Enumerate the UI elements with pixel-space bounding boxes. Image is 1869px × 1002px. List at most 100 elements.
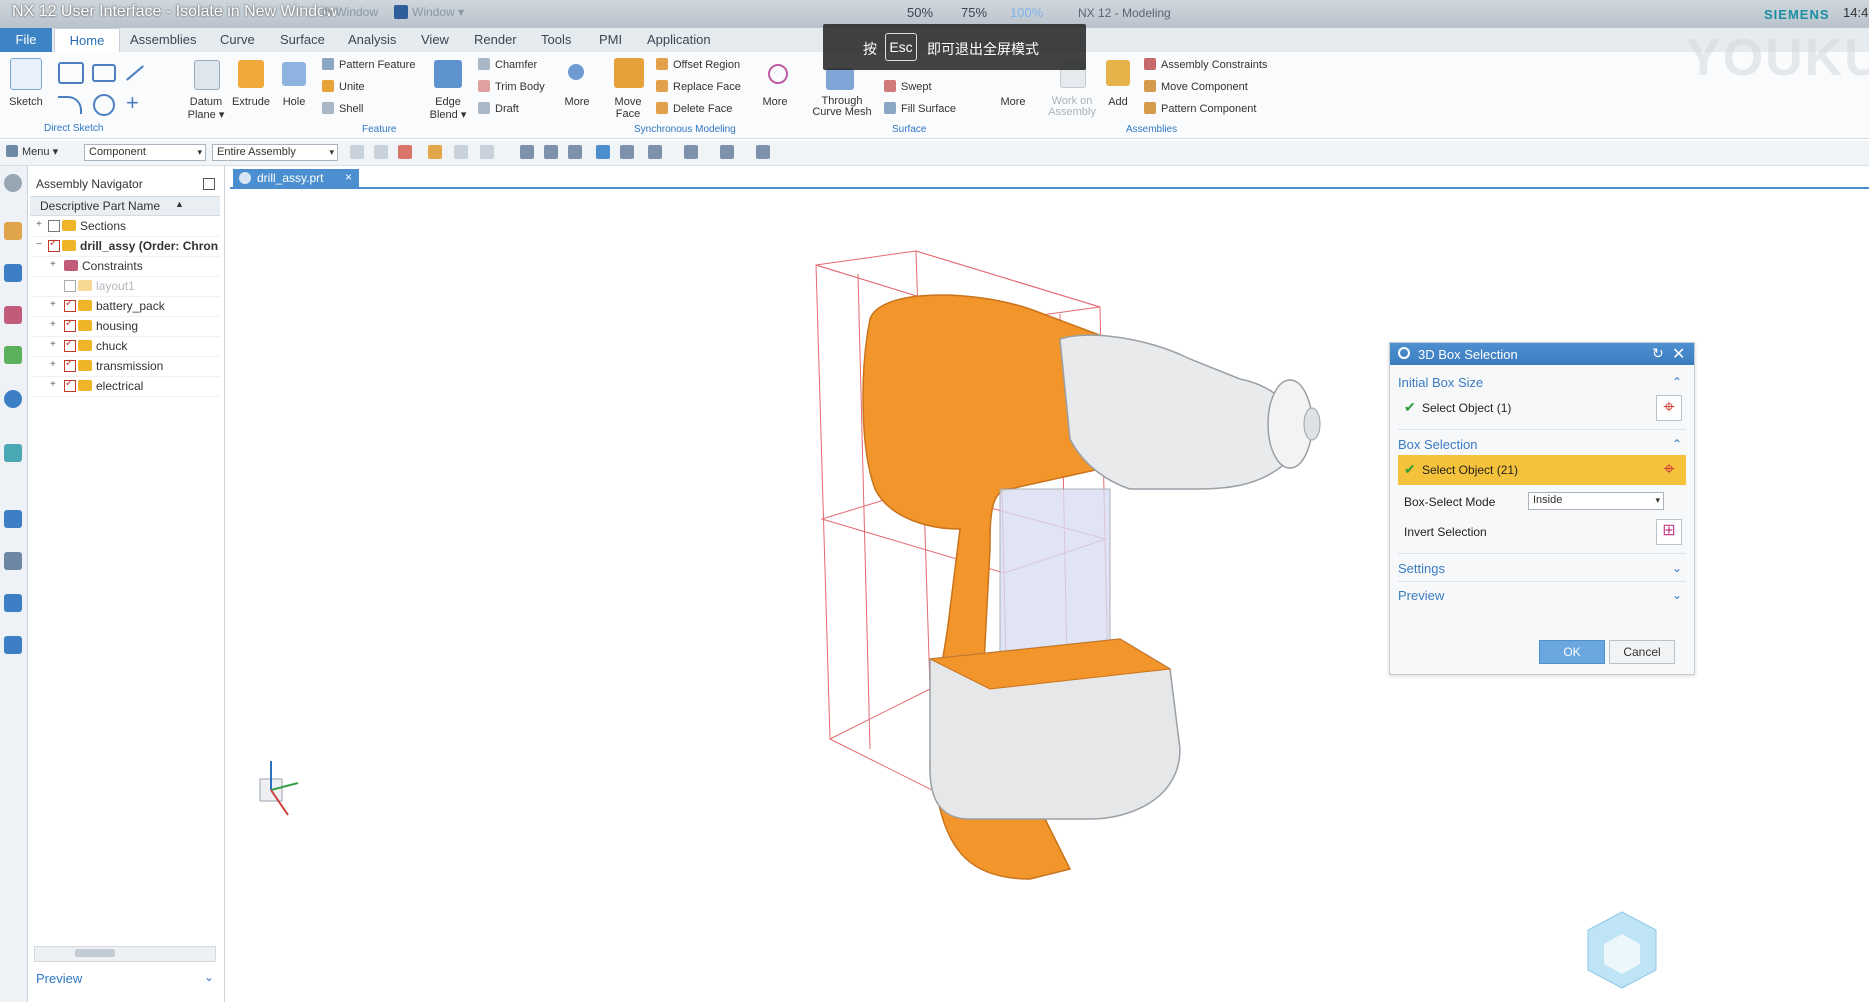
history-icon[interactable] <box>4 444 22 462</box>
expand-icon[interactable]: + <box>50 319 56 330</box>
rectangle-icon[interactable] <box>92 64 116 82</box>
chevron-down-icon[interactable]: ⌄ <box>1672 561 1682 575</box>
chevron-down-icon[interactable]: ⌄ <box>204 970 214 984</box>
edge-blend-button[interactable]: Edge Blend ▾ <box>426 96 470 121</box>
select-tool-icon[interactable] <box>428 145 442 159</box>
checkbox[interactable] <box>64 318 76 332</box>
checkbox[interactable] <box>64 378 76 392</box>
visualization-icon[interactable] <box>4 636 22 654</box>
checkbox[interactable] <box>48 220 60 232</box>
zoom-50[interactable]: 50% <box>907 5 933 20</box>
chevron-down-icon[interactable]: ⌄ <box>1672 588 1682 602</box>
pattern-component-button[interactable]: Pattern Component <box>1144 102 1256 115</box>
process-studio-icon[interactable] <box>4 510 22 528</box>
pan-icon[interactable] <box>596 145 610 159</box>
edit-section-icon[interactable] <box>684 145 698 159</box>
tab-home[interactable]: Home <box>54 28 120 53</box>
expand-icon[interactable]: + <box>50 299 56 310</box>
tab-view[interactable]: View <box>421 32 449 47</box>
deselect-icon[interactable] <box>454 145 468 159</box>
box-select-mode-select[interactable]: Inside <box>1528 492 1664 510</box>
checkbox[interactable] <box>64 280 76 292</box>
section-initial-box-size[interactable]: Initial Box Size ⌃ <box>1398 375 1686 390</box>
fill-surface-button[interactable]: Fill Surface <box>884 102 956 115</box>
crosshair-icon[interactable]: ⌖ <box>1656 457 1682 483</box>
chevron-up-icon[interactable]: ⌃ <box>1672 437 1682 451</box>
more-features-button[interactable]: More <box>560 96 594 108</box>
section-box-selection[interactable]: Box Selection ⌃ <box>1398 437 1686 452</box>
point-icon[interactable]: + <box>126 90 139 116</box>
tree-row-constraints[interactable]: + Constraints <box>30 256 220 277</box>
tree-row-layout1[interactable]: layout1 <box>30 276 220 297</box>
sketch-button[interactable]: Sketch <box>6 96 46 108</box>
tree-row-transmission[interactable]: + transmission <box>30 356 220 377</box>
file-tab[interactable]: drill_assy.prt × <box>233 169 359 187</box>
zoom-100[interactable]: 100% <box>1010 5 1043 20</box>
move-component-button[interactable]: Move Component <box>1144 80 1248 93</box>
expand-icon[interactable]: + <box>50 339 56 350</box>
cancel-button[interactable]: Cancel <box>1609 640 1675 664</box>
tree-row-battery-pack[interactable]: + battery_pack <box>30 296 220 317</box>
tab-application[interactable]: Application <box>647 32 711 47</box>
tab-render[interactable]: Render <box>474 32 517 47</box>
section-preview[interactable]: Preview ⌄ <box>1398 588 1686 603</box>
more-sync-button[interactable]: More <box>758 96 792 108</box>
line-icon[interactable] <box>125 65 145 81</box>
display-icon[interactable] <box>720 145 734 159</box>
reuse-library-icon[interactable] <box>4 346 22 364</box>
crosshair-icon[interactable]: ⌖ <box>1656 395 1682 421</box>
constraint-navigator-icon[interactable] <box>4 306 22 324</box>
window-menu[interactable]: Window ▾ <box>412 5 464 19</box>
menu-button[interactable]: Menu ▾ <box>22 145 58 158</box>
scope-select[interactable]: Entire Assembly <box>212 144 338 161</box>
rotate-icon[interactable] <box>568 145 582 159</box>
tab-analysis[interactable]: Analysis <box>348 32 396 47</box>
tree-row-electrical[interactable]: + electrical <box>30 376 220 397</box>
tree-row-sections[interactable]: + Sections <box>30 216 220 237</box>
render-style-icon[interactable] <box>648 145 662 159</box>
maximize-icon[interactable] <box>203 178 215 190</box>
circle-icon[interactable] <box>93 94 115 116</box>
preview-panel-header[interactable]: Preview <box>36 971 82 986</box>
replace-face-button[interactable]: Replace Face <box>656 80 741 93</box>
chamfer-button[interactable]: Chamfer <box>478 58 537 71</box>
wcs-icon[interactable] <box>756 145 770 159</box>
tab-assemblies[interactable]: Assemblies <box>130 32 196 47</box>
web-browser-icon[interactable] <box>4 390 22 408</box>
section-settings[interactable]: Settings ⌄ <box>1398 561 1686 576</box>
hole-button[interactable]: Hole <box>276 96 312 108</box>
scroll-thumb[interactable] <box>75 949 115 957</box>
system-scenes-icon[interactable] <box>4 594 22 612</box>
checkbox[interactable] <box>64 298 76 312</box>
tab-tools[interactable]: Tools <box>541 32 571 47</box>
orient-icon[interactable] <box>620 145 634 159</box>
zoom-75[interactable]: 75% <box>961 5 987 20</box>
expand-icon[interactable]: + <box>50 259 56 270</box>
close-icon[interactable]: × <box>345 170 352 184</box>
delete-face-button[interactable]: Delete Face <box>656 102 732 115</box>
dialog-title-bar[interactable]: 3D Box Selection ↻ ✕ <box>1390 343 1694 365</box>
expand-icon[interactable]: + <box>50 379 56 390</box>
reset-icon[interactable]: ↻ <box>1652 345 1664 362</box>
checkbox[interactable] <box>64 358 76 372</box>
gear-icon[interactable] <box>4 174 22 192</box>
graphics-window[interactable] <box>230 189 1380 999</box>
checkbox[interactable] <box>64 338 76 352</box>
trim-body-button[interactable]: Trim Body <box>478 80 545 93</box>
unite-button[interactable]: Unite <box>322 80 365 93</box>
select-object-row-1[interactable]: ✔ Select Object (1) ⌖ <box>1398 393 1686 423</box>
part-navigator-icon[interactable] <box>4 222 22 240</box>
more-surface-button[interactable]: More <box>996 96 1030 108</box>
collapse-icon[interactable]: − <box>36 239 42 250</box>
pattern-feature-button[interactable]: Pattern Feature <box>322 58 415 71</box>
selection-mode-icon[interactable] <box>398 145 412 159</box>
draft-button[interactable]: Draft <box>478 102 519 115</box>
offset-region-button[interactable]: Offset Region <box>656 58 740 71</box>
horizontal-scrollbar[interactable] <box>34 946 216 962</box>
arc-icon[interactable] <box>58 96 82 114</box>
type-filter-select[interactable]: Component <box>84 144 206 161</box>
tree-row-drill-assy[interactable]: − drill_assy (Order: Chrono <box>30 236 220 257</box>
fit-icon[interactable] <box>520 145 534 159</box>
snap-icon[interactable] <box>350 145 364 159</box>
roles-icon[interactable] <box>4 552 22 570</box>
